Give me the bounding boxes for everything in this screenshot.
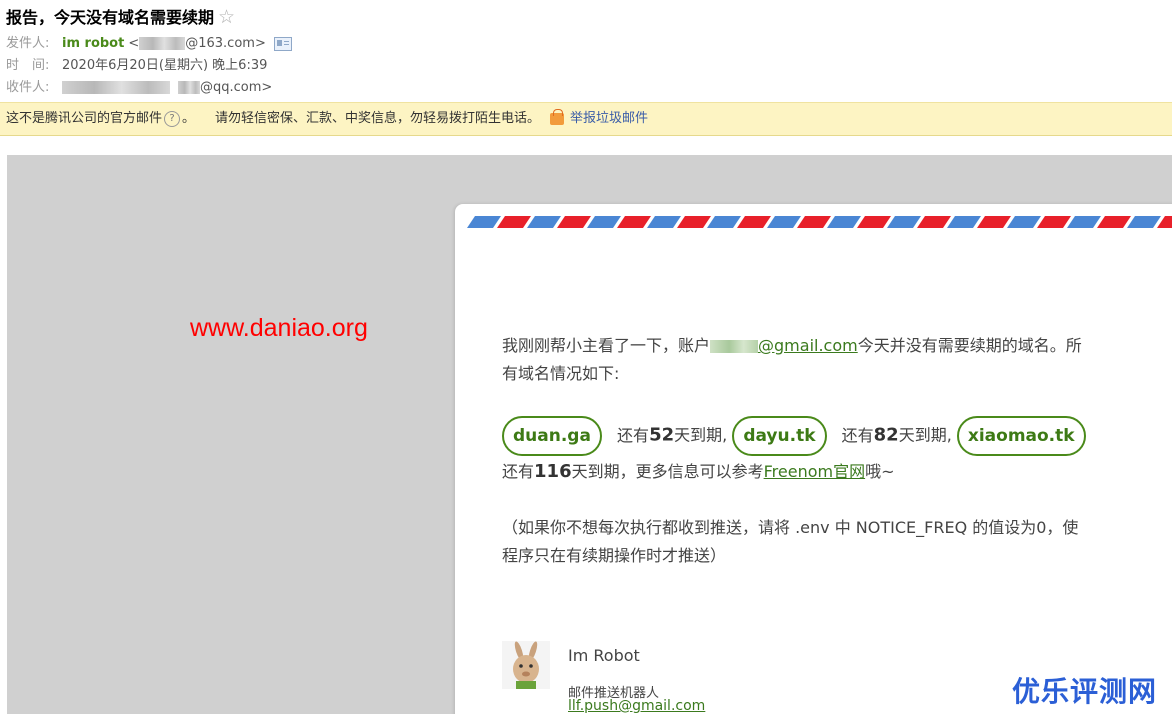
domain-days: 116: [534, 461, 572, 482]
security-warning-bar: 这不是腾讯公司的官方邮件?。 请勿轻信密保、汇款、中奖信息，勿轻易拨打陌生电话。 举…: [0, 102, 1172, 136]
domain-pill[interactable]: dayu.tk: [732, 416, 827, 456]
recipient-domain[interactable]: @qq.com>: [200, 80, 272, 95]
domain-days-suffix: 天到期,: [674, 425, 728, 445]
from-row: 发件人: im robot < @163.com>: [6, 32, 292, 51]
airmail-stripe: [947, 216, 981, 228]
robot-avatar: [502, 641, 550, 689]
sender-open: <: [128, 36, 140, 51]
help-icon[interactable]: ?: [164, 110, 181, 127]
airmail-stripe: [1007, 216, 1041, 228]
to-label: 收件人:: [6, 80, 50, 95]
notice-text-1: （如果你不想每次执行都收到推送，请将 .env 中 NOTICE_FREQ 的值…: [502, 518, 1079, 537]
mail-header: 报告，今天没有域名需要续期 ☆ 发件人: im robot < @163.com> 时 …: [0, 0, 1172, 102]
airmail-stripe: [767, 216, 801, 228]
intro-text-1: 我刚刚帮小主看了一下，账户: [502, 336, 711, 355]
mail-subject: 报告，今天没有域名需要续期 ☆: [6, 4, 235, 28]
airmail-stripe: [647, 216, 681, 228]
redacted-account: [710, 340, 759, 353]
warning-text-2: 请勿轻信密保、汇款、中奖信息，勿轻易拨打陌生电话。: [215, 111, 541, 126]
airmail-stripe: [1097, 216, 1131, 228]
domain-days: 52: [649, 424, 675, 446]
sender-domain: @163.com>: [185, 36, 266, 51]
to-row: 收件人: @qq.com>: [6, 76, 272, 95]
report-spam-link[interactable]: 举报垃圾邮件: [570, 111, 648, 126]
airmail-stripe: [587, 216, 621, 228]
domain-days-suffix: 天到期，更多信息可以参考: [571, 462, 764, 481]
airmail-stripe: [707, 216, 741, 228]
redacted-sender: [139, 37, 186, 50]
subject-text: 报告，今天没有域名需要续期: [6, 8, 215, 27]
ending-text: 哦~: [865, 462, 895, 481]
from-label: 发件人:: [6, 36, 50, 51]
star-icon[interactable]: ☆: [218, 6, 235, 28]
time-row: 时 间: 2020年6月20日(星期六) 晚上6:39: [6, 54, 267, 73]
signature-email-link[interactable]: llf.push@gmail.com: [568, 698, 705, 714]
airmail-stripe: [527, 216, 561, 228]
domains-row-2: 还有116天到期，更多信息可以参考Freenom官网哦~: [502, 458, 895, 486]
airmail-stripe: [827, 216, 861, 228]
airmail-stripes: [467, 216, 1172, 228]
airmail-stripe: [917, 216, 951, 228]
sender-name[interactable]: im robot: [62, 36, 124, 51]
domain-pill[interactable]: duan.ga: [502, 416, 602, 456]
domain-days: 82: [873, 424, 899, 446]
letter-card: 我刚刚帮小主看了一下，账户 @gmail.com今天并没有需要续期的域名。所 有域…: [455, 204, 1172, 714]
corner-watermark: 优乐评测网: [1012, 675, 1158, 708]
domain-days-suffix: 天到期,: [898, 425, 952, 445]
airmail-stripe: [737, 216, 771, 228]
time-value: 2020年6月20日(星期六) 晚上6:39: [62, 58, 268, 73]
intro-text-3: 有域名情况如下:: [502, 364, 620, 383]
account-email-link[interactable]: @gmail.com: [758, 336, 858, 355]
mail-body: www.daniao.org 我刚刚帮小主看了一下，账户 @gmail.com今天…: [7, 155, 1172, 714]
airmail-stripe: [857, 216, 891, 228]
domain-pill[interactable]: xiaomao.tk: [956, 416, 1086, 456]
redacted-recipient-2: [178, 81, 200, 94]
intro-text-2: 今天并没有需要续期的域名。所: [857, 336, 1082, 355]
warning-text-1-end: 。: [182, 111, 196, 126]
time-label: 时 间:: [6, 58, 50, 73]
airmail-stripe: [1037, 216, 1071, 228]
airmail-stripe: [497, 216, 531, 228]
signature-name: Im Robot: [568, 646, 640, 665]
domain-days-prefix: 还有: [502, 462, 535, 481]
domain-days-prefix: 还有: [841, 425, 874, 445]
domains-row-1: duan.ga 还有52天到期, dayu.tk 还有82天到期, xiaoma…: [502, 416, 1162, 456]
domain-days-prefix: 还有: [617, 425, 650, 445]
warning-text-1: 这不是腾讯公司的官方邮件: [6, 111, 163, 126]
notice-paragraph: （如果你不想每次执行都收到推送，请将 .env 中 NOTICE_FREQ 的值…: [502, 514, 1162, 570]
airmail-stripe: [467, 216, 501, 228]
notice-text-2: 程序只在有续期操作时才推送）: [502, 546, 727, 565]
intro-paragraph: 我刚刚帮小主看了一下，账户 @gmail.com今天并没有需要续期的域名。所 有域…: [502, 332, 1142, 388]
airmail-stripe: [977, 216, 1011, 228]
freenom-link[interactable]: Freenom官网: [764, 462, 865, 481]
airmail-stripe: [617, 216, 651, 228]
airmail-stripe: [1127, 216, 1161, 228]
report-spam-icon[interactable]: [550, 108, 565, 125]
airmail-stripe: [797, 216, 831, 228]
airmail-stripe: [887, 216, 921, 228]
airmail-stripe: [1067, 216, 1101, 228]
site-watermark: www.daniao.org: [190, 314, 368, 342]
redacted-recipient: [62, 81, 170, 94]
airmail-stripe: [677, 216, 711, 228]
contact-card-icon[interactable]: [273, 36, 292, 51]
airmail-stripe: [557, 216, 591, 228]
